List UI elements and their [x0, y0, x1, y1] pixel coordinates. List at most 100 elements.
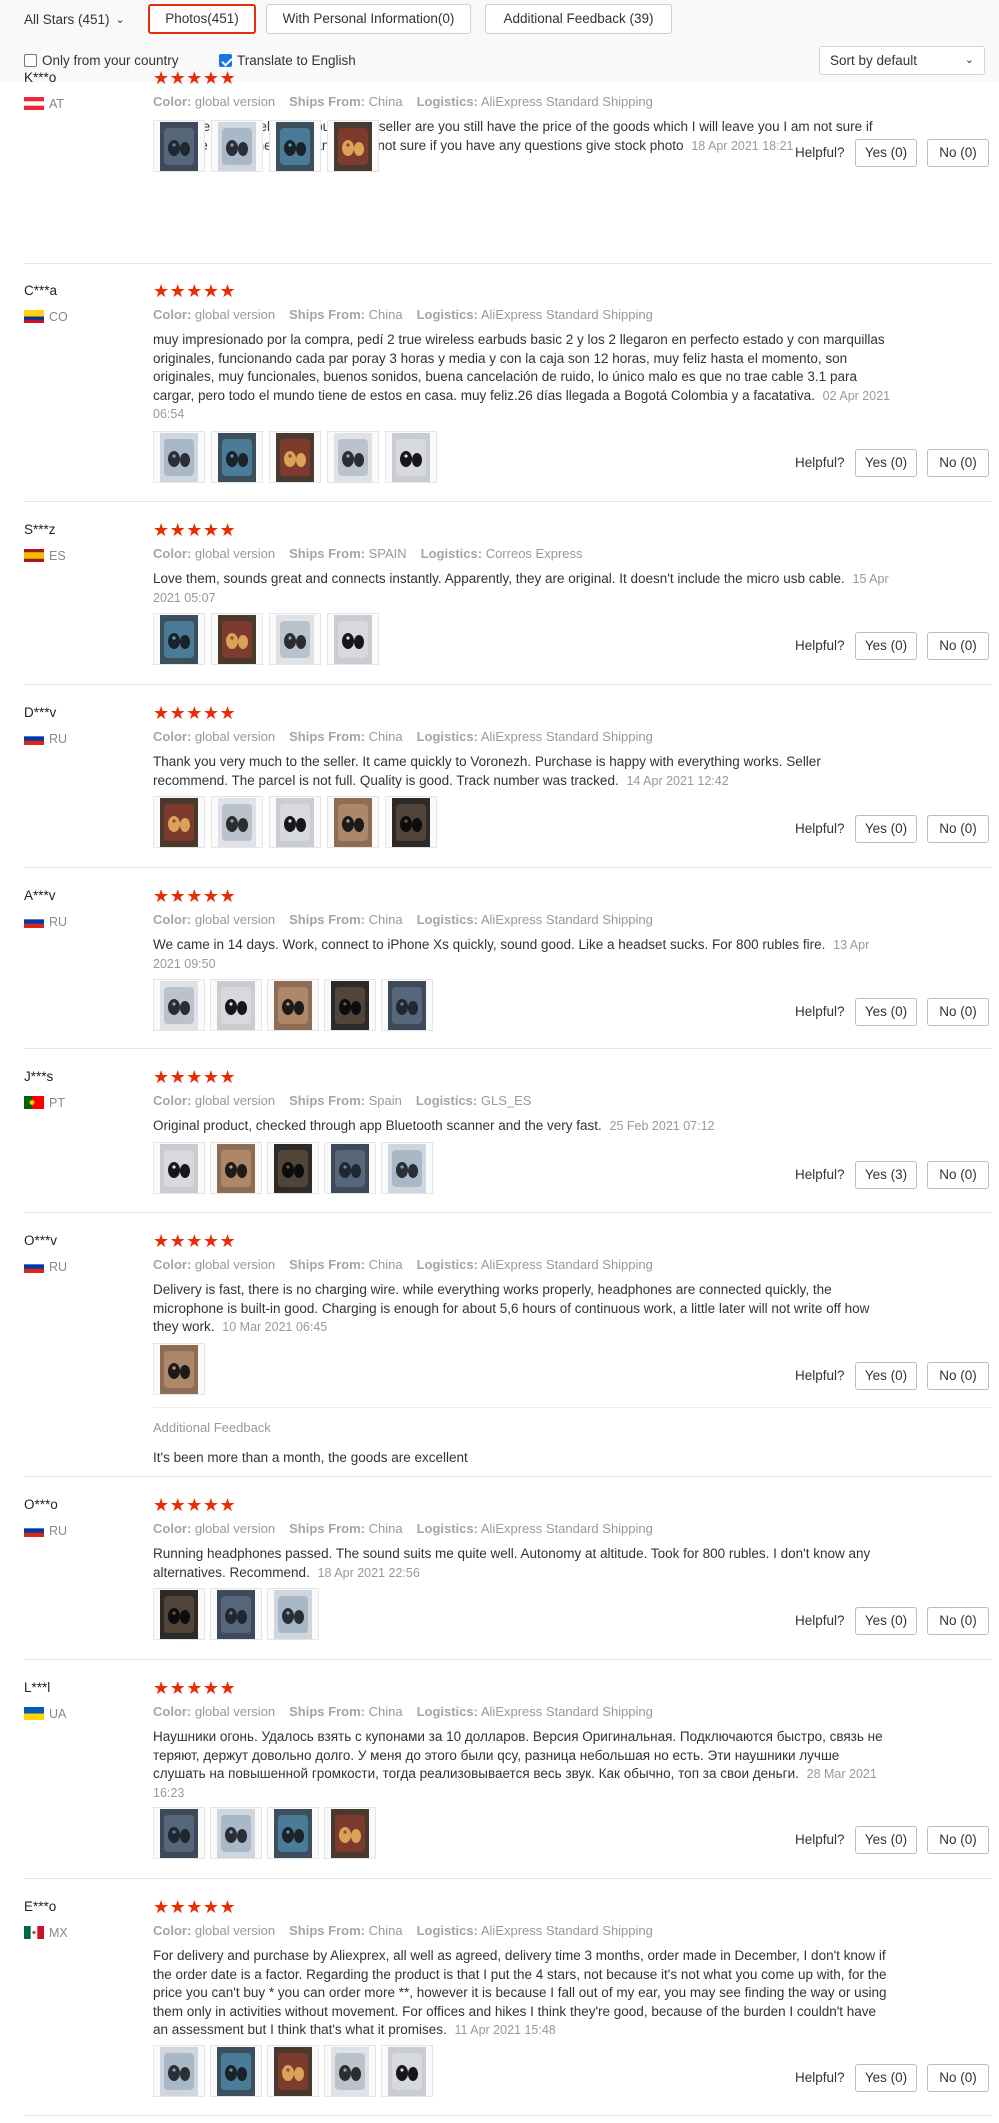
review-photo-thumbnail[interactable] — [153, 979, 205, 1031]
country-code: RU — [49, 915, 68, 929]
review-photo-thumbnail[interactable] — [324, 979, 376, 1031]
review-photo-thumbnail[interactable] — [381, 1142, 433, 1194]
country-code: RU — [49, 732, 68, 746]
ships-from-value: China — [368, 1521, 403, 1536]
star-rating: ★★★★★ — [153, 1678, 237, 1698]
review-photo-thumbnail[interactable] — [211, 796, 263, 848]
review-photo-thumbnail[interactable] — [211, 120, 263, 172]
vote-no-button[interactable]: No (0) — [927, 1362, 989, 1390]
country-code: PT — [49, 1096, 65, 1110]
review-photo-thumbnail[interactable] — [267, 979, 319, 1031]
review-photo-thumbnail[interactable] — [324, 1142, 376, 1194]
additional-feedback-text: It's been more than a month, the goods a… — [153, 1450, 468, 1465]
review-photo-thumbnail[interactable] — [267, 1588, 319, 1640]
review-photo-thumbnail[interactable] — [153, 431, 205, 483]
vote-yes-button[interactable]: Yes (0) — [855, 998, 917, 1026]
review-photo-thumbnail[interactable] — [267, 2045, 319, 2097]
vote-no-button[interactable]: No (0) — [927, 815, 989, 843]
vote-yes-button[interactable]: Yes (0) — [855, 1362, 917, 1390]
vote-yes-button[interactable]: Yes (3) — [855, 1161, 917, 1189]
vote-no-button[interactable]: No (0) — [927, 139, 989, 167]
vote-yes-button[interactable]: Yes (0) — [855, 632, 917, 660]
all-stars-dropdown[interactable]: All Stars (451) ⌄ — [24, 9, 125, 31]
tab-additional-feedback[interactable]: Additional Feedback (39) — [485, 4, 672, 34]
reviewer-name: E***o — [24, 1899, 57, 1914]
review-photo-thumbnail[interactable] — [153, 613, 205, 665]
tab-personal-information[interactable]: With Personal Information(0) — [266, 4, 471, 34]
review-date: 14 Apr 2021 12:42 — [626, 773, 729, 788]
review-photo-thumbnail[interactable] — [153, 120, 205, 172]
country-code: RU — [49, 1260, 68, 1274]
divider — [24, 1878, 992, 1879]
review-photo-thumbnail[interactable] — [381, 979, 433, 1031]
vote-yes-button[interactable]: Yes (0) — [855, 815, 917, 843]
review-date: 10 Mar 2021 06:45 — [222, 1320, 328, 1334]
review-photo-thumbnail[interactable] — [211, 613, 263, 665]
vote-no-button[interactable]: No (0) — [927, 1826, 989, 1854]
reviewer-country: AT — [24, 96, 64, 112]
vote-no-button[interactable]: No (0) — [927, 1161, 989, 1189]
photo-box-hand-icon — [388, 1144, 426, 1193]
additional-feedback-title: Additional Feedback — [153, 1420, 271, 1435]
review-photo-thumbnail[interactable] — [327, 613, 379, 665]
vote-yes-button[interactable]: Yes (0) — [855, 1826, 917, 1854]
review-photo-thumbnail[interactable] — [267, 1142, 319, 1194]
logistics-label: Logistics: — [416, 1923, 478, 1938]
review-date: 11 Apr 2021 15:48 — [454, 2023, 556, 2037]
tab-photos[interactable]: Photos(451) — [148, 4, 256, 34]
vote-yes-button[interactable]: Yes (0) — [855, 1607, 917, 1635]
review-photo-thumbnail[interactable] — [327, 120, 379, 172]
color-value: global version — [194, 546, 276, 561]
ships-from-value: China — [368, 94, 403, 109]
review-meta: Color: global version Ships From: China Lo… — [153, 307, 653, 322]
review-photo-thumbnail[interactable] — [210, 1807, 262, 1859]
review-meta: Color: global version Ships From: China Lo… — [153, 729, 653, 744]
review-photo-thumbnail[interactable] — [210, 1588, 262, 1640]
review-photo-thumbnail[interactable] — [267, 1807, 319, 1859]
review-photo-thumbnail[interactable] — [327, 796, 379, 848]
review-photo-thumbnail[interactable] — [210, 1142, 262, 1194]
review-body: We came in 14 days. Work, connect to iPh… — [153, 937, 826, 952]
vote-no-button[interactable]: No (0) — [927, 632, 989, 660]
vote-yes-button[interactable]: Yes (0) — [855, 139, 917, 167]
review-photo-thumbnail[interactable] — [211, 431, 263, 483]
review-photo-thumbnail[interactable] — [153, 1807, 205, 1859]
sort-select[interactable]: Sort by default ⌄ — [819, 46, 985, 75]
logistics-value: AliExpress Standard Shipping — [480, 1704, 653, 1719]
reviewer-country: RU — [24, 731, 67, 747]
vote-no-button[interactable]: No (0) — [927, 998, 989, 1026]
vote-yes-button[interactable]: Yes (0) — [855, 2064, 917, 2092]
photo-earbud-palm-icon — [160, 981, 198, 1030]
vote-no-button[interactable]: No (0) — [927, 1607, 989, 1635]
review-photo-thumbnail[interactable] — [385, 796, 437, 848]
review-photo-thumbnail[interactable] — [210, 2045, 262, 2097]
photo-box-gold-icon — [160, 2047, 198, 2096]
review-photo-thumbnail[interactable] — [153, 1142, 205, 1194]
review-photo-thumbnail[interactable] — [153, 1343, 205, 1395]
vote-yes-button[interactable]: Yes (0) — [855, 449, 917, 477]
review-photo-thumbnail[interactable] — [269, 796, 321, 848]
review-body: Love them, sounds great and connects ins… — [153, 571, 845, 586]
reviewer-country: RU — [24, 1523, 67, 1539]
review-photo-thumbnail[interactable] — [269, 431, 321, 483]
flag-ukraine-icon — [24, 1707, 44, 1720]
translate-checkbox[interactable]: Translate to English — [219, 53, 356, 69]
review-body: Наушники огонь. Удалось взять с купонами… — [153, 1729, 883, 1781]
review-photo-thumbnail[interactable] — [153, 2045, 205, 2097]
review-photo-thumbnail[interactable] — [385, 431, 437, 483]
review-photo-thumbnail[interactable] — [153, 1588, 205, 1640]
color-label: Color: — [153, 1704, 192, 1719]
only-country-checkbox[interactable]: Only from your country — [24, 53, 179, 69]
review-photo-thumbnail[interactable] — [327, 431, 379, 483]
review-photo-thumbnail[interactable] — [324, 2045, 376, 2097]
review-photo-thumbnail[interactable] — [269, 120, 321, 172]
review-photo-thumbnail[interactable] — [381, 2045, 433, 2097]
vote-no-button[interactable]: No (0) — [927, 449, 989, 477]
review-photo-thumbnail[interactable] — [324, 1807, 376, 1859]
vote-no-button[interactable]: No (0) — [927, 2064, 989, 2092]
logistics-value: AliExpress Standard Shipping — [480, 94, 653, 109]
star-rating: ★★★★★ — [153, 520, 237, 540]
review-photo-thumbnail[interactable] — [269, 613, 321, 665]
review-photo-thumbnail[interactable] — [153, 796, 205, 848]
review-photo-thumbnail[interactable] — [210, 979, 262, 1031]
